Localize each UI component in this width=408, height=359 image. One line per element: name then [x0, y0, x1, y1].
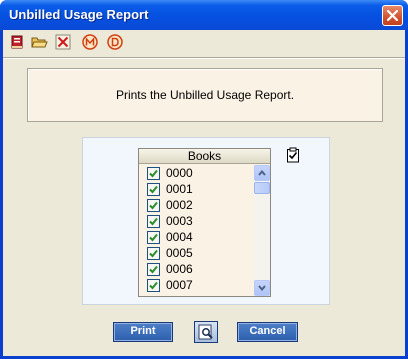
list-item[interactable]: 0005 — [139, 245, 253, 261]
check-icon — [149, 249, 158, 258]
toolbar-divider — [3, 57, 405, 59]
book-label: 0004 — [166, 230, 193, 244]
book-checkbox[interactable] — [147, 247, 160, 260]
check-icon — [149, 265, 158, 274]
book-label: 0007 — [166, 278, 193, 292]
d-button[interactable] — [106, 33, 124, 51]
check-icon — [149, 233, 158, 242]
dialog-body: Prints the Unbilled Usage Report. Books … — [3, 30, 405, 356]
scroll-thumb[interactable] — [254, 182, 270, 194]
list-item[interactable]: 0007 — [139, 277, 253, 293]
book-checkbox[interactable] — [147, 279, 160, 292]
book-checkbox[interactable] — [147, 167, 160, 180]
print-preview-icon — [198, 324, 213, 340]
title-bar[interactable]: Unbilled Usage Report — [0, 0, 408, 30]
books-header: Books — [139, 149, 270, 164]
print-button[interactable]: Print — [113, 322, 173, 342]
open-folder-button[interactable] — [30, 33, 48, 51]
list-item[interactable]: 0002 — [139, 197, 253, 213]
close-button[interactable] — [382, 5, 403, 26]
clear-button[interactable] — [54, 33, 72, 51]
scroll-down-button[interactable] — [254, 280, 270, 296]
d-circle-icon — [107, 34, 123, 50]
chevron-down-icon — [258, 285, 266, 292]
info-panel: Prints the Unbilled Usage Report. — [27, 68, 383, 122]
book-checkbox[interactable] — [147, 183, 160, 196]
book-checkbox[interactable] — [147, 199, 160, 212]
toolbar — [3, 30, 405, 56]
report-book-icon — [11, 35, 23, 49]
clear-x-icon — [55, 34, 71, 50]
book-label: 0000 — [166, 166, 193, 180]
select-all-button[interactable] — [286, 147, 300, 163]
list-item[interactable]: 0001 — [139, 181, 253, 197]
cancel-button[interactable]: Cancel — [237, 322, 298, 342]
book-label: 0001 — [166, 182, 193, 196]
book-label: 0002 — [166, 198, 193, 212]
check-icon — [149, 201, 158, 210]
books-panel: Books 0000 0001 0002 0003 0004 0005 0006… — [82, 137, 330, 305]
m-circle-icon — [82, 34, 98, 50]
books-scrollbar[interactable] — [254, 165, 270, 296]
clipboard-check-icon — [287, 147, 299, 163]
book-label: 0003 — [166, 214, 193, 228]
dialog-window: Unbilled Usage Report Prints the Unbille… — [0, 0, 408, 359]
book-checkbox[interactable] — [147, 215, 160, 228]
books-items: 0000 0001 0002 0003 0004 0005 0006 0007 — [139, 165, 253, 293]
window-title: Unbilled Usage Report — [9, 7, 149, 22]
scroll-up-button[interactable] — [254, 165, 270, 181]
list-item[interactable]: 0004 — [139, 229, 253, 245]
book-checkbox[interactable] — [147, 231, 160, 244]
list-item[interactable]: 0000 — [139, 165, 253, 181]
check-icon — [149, 169, 158, 178]
report-book-button[interactable] — [8, 33, 26, 51]
info-text: Prints the Unbilled Usage Report. — [115, 88, 295, 102]
print-preview-button[interactable] — [194, 321, 218, 343]
list-item[interactable]: 0006 — [139, 261, 253, 277]
check-icon — [149, 217, 158, 226]
books-list[interactable]: Books 0000 0001 0002 0003 0004 0005 0006… — [138, 148, 271, 297]
close-icon — [386, 9, 399, 22]
book-checkbox[interactable] — [147, 263, 160, 276]
book-label: 0005 — [166, 246, 193, 260]
chevron-up-icon — [258, 169, 266, 176]
open-folder-icon — [31, 37, 48, 48]
list-item[interactable]: 0003 — [139, 213, 253, 229]
book-label: 0006 — [166, 262, 193, 276]
m-button[interactable] — [81, 33, 99, 51]
check-icon — [149, 281, 158, 290]
check-icon — [149, 185, 158, 194]
